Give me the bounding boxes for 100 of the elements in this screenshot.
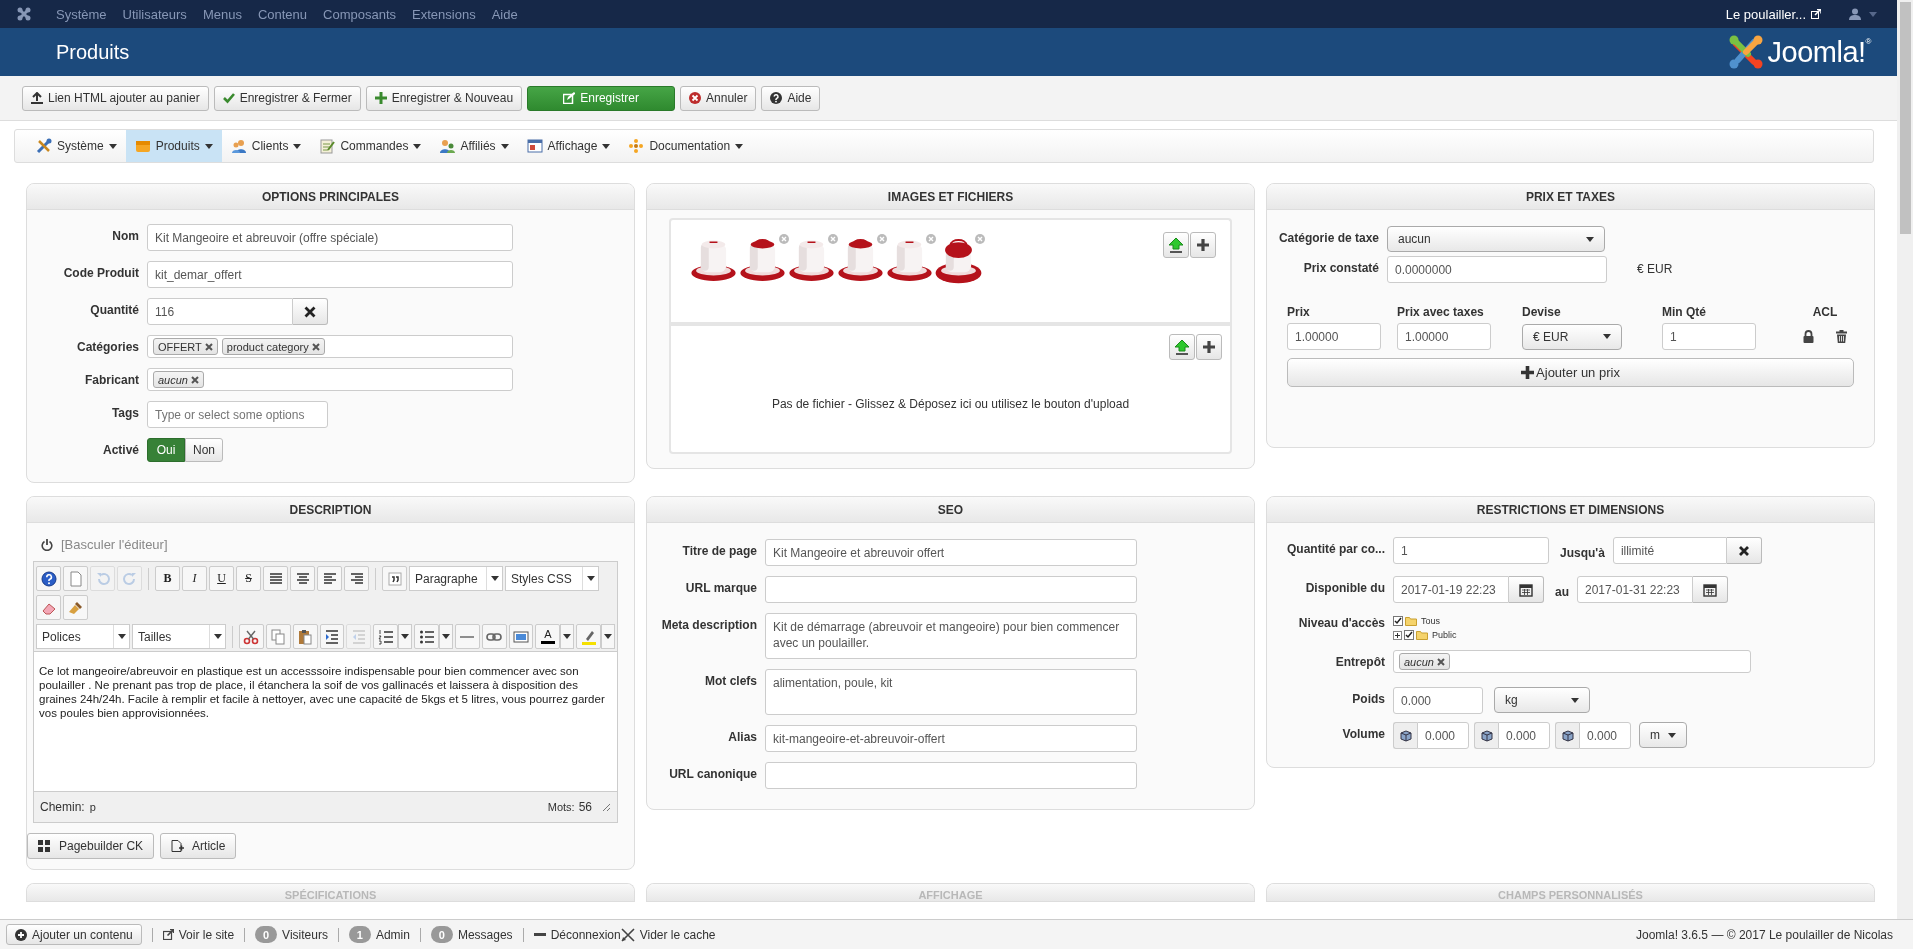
text-field[interactable]: Kit Mangeoire et abreuvoir offert — [765, 539, 1137, 566]
toolbar-button[interactable]: Lien HTML ajouter au panier — [22, 85, 209, 111]
editor-select[interactable]: Tailles — [132, 624, 226, 649]
editor-button[interactable] — [319, 624, 345, 649]
editor-button[interactable] — [63, 595, 88, 620]
dropdown-button[interactable] — [560, 624, 575, 649]
upload-button[interactable] — [1163, 232, 1189, 258]
text-field[interactable]: Kit Mangeoire et abreuvoir (offre spéciale) — [147, 224, 513, 251]
volume-field[interactable]: 0.000 — [1579, 722, 1631, 749]
view-site-link[interactable]: Voir le site — [162, 927, 235, 942]
editor-button[interactable] — [290, 566, 315, 591]
menu-tab[interactable]: Produits — [125, 130, 222, 162]
editor-button[interactable]: I — [182, 566, 207, 591]
editor-button[interactable]: A — [535, 624, 561, 649]
price-tax-field[interactable]: 1.00000 — [1397, 323, 1491, 350]
editor-button[interactable] — [36, 566, 61, 591]
quantity-field[interactable]: 116 — [147, 298, 293, 325]
list-price-field[interactable]: 0.0000000 — [1387, 256, 1607, 283]
dropdown-button[interactable] — [398, 624, 413, 649]
menu-item[interactable]: Extensions — [404, 6, 484, 22]
toolbar-button[interactable]: Enregistrer & Nouveau — [365, 85, 523, 111]
editor-button[interactable]: B — [155, 566, 180, 591]
toggle-option[interactable]: Oui — [147, 438, 185, 462]
tag-input[interactable]: aucun — [1393, 650, 1751, 673]
editor-select[interactable]: Styles CSS — [505, 566, 599, 591]
text-field[interactable] — [765, 762, 1137, 789]
add-price-button[interactable]: Ajouter un prix — [1287, 358, 1854, 387]
editor-button[interactable] — [344, 566, 369, 591]
editor-extra-button[interactable]: Pagebuilder CK — [27, 833, 155, 859]
remove-icon[interactable] — [1437, 657, 1445, 666]
remove-icon[interactable] — [311, 342, 320, 351]
toolbar-button[interactable]: Aide — [761, 85, 821, 111]
tax-select[interactable]: aucun — [1387, 226, 1605, 252]
menu-item[interactable]: Aide — [483, 6, 526, 22]
editor-button[interactable] — [382, 566, 407, 591]
date-field[interactable]: 2017-01-31 22:23 — [1577, 576, 1693, 603]
scrollbar-thumb[interactable] — [1899, 2, 1911, 234]
editor-button[interactable] — [576, 624, 602, 649]
menu-tab[interactable]: Commandes — [310, 130, 431, 162]
editor-button[interactable] — [317, 566, 342, 591]
text-area[interactable]: Kit de démarrage (abreuvoir et mangeoire) pour bien commencer avec un poulailler. — [765, 613, 1137, 659]
volume-field[interactable]: 0.000 — [1417, 722, 1469, 749]
calendar-button[interactable] — [1509, 576, 1544, 603]
editor-button[interactable] — [239, 624, 264, 649]
editor-select[interactable]: Paragraphe — [409, 566, 503, 591]
menu-tab[interactable]: Documentation — [619, 130, 753, 162]
add-button[interactable] — [1190, 232, 1216, 258]
toggle-editor-link[interactable]: [Basculer l'éditeur] — [41, 537, 168, 552]
menu-tab[interactable]: Clients — [221, 130, 311, 162]
editor-button[interactable] — [481, 624, 507, 649]
tags-field[interactable]: Type or select some options — [147, 401, 328, 428]
toolbar-button[interactable]: Enregistrer & Fermer — [213, 85, 361, 111]
dropdown-button[interactable] — [601, 624, 615, 649]
date-field[interactable]: 2017-01-19 22:23 — [1393, 576, 1509, 603]
editor-button[interactable]: U — [209, 566, 234, 591]
menu-tab[interactable]: Affiliés — [430, 130, 518, 162]
unit-select[interactable]: kg — [1494, 687, 1590, 713]
tag-input[interactable]: aucun — [147, 368, 513, 391]
volume-field[interactable]: 0.000 — [1498, 722, 1550, 749]
clear-button[interactable] — [1726, 537, 1762, 564]
trash-icon[interactable] — [1836, 330, 1847, 343]
text-field[interactable]: kit-mangeoire-et-abreuvoir-offert — [765, 725, 1137, 752]
menu-tab[interactable]: Système — [27, 130, 126, 162]
toolbar-button[interactable]: Annuler — [680, 85, 757, 111]
editor-button[interactable]: S — [236, 566, 261, 591]
menu-item[interactable]: Menus — [194, 6, 250, 22]
add-button[interactable] — [1196, 334, 1222, 360]
editor-button[interactable] — [292, 624, 318, 649]
remove-icon[interactable] — [191, 375, 199, 384]
expand-icon[interactable] — [1393, 630, 1402, 640]
menu-item[interactable]: Composants — [315, 6, 405, 22]
calendar-button[interactable] — [1693, 576, 1728, 603]
menu-item[interactable]: Contenu — [249, 6, 316, 22]
add-content-button[interactable]: Ajouter un contenu — [6, 924, 142, 945]
unit-select[interactable]: m — [1639, 722, 1687, 748]
toggle-option[interactable]: Non — [185, 438, 223, 462]
tag-input[interactable]: OFFERT product category — [147, 335, 513, 358]
user-menu[interactable] — [1849, 8, 1877, 20]
menu-item[interactable]: Système — [48, 6, 115, 22]
menu-item[interactable]: Utilisateurs — [114, 6, 195, 22]
joomla-icon[interactable] — [16, 6, 32, 22]
editor-button[interactable] — [373, 624, 399, 649]
text-area[interactable]: alimentation, poule, kit — [765, 669, 1137, 715]
price-field[interactable]: 1.00000 — [1287, 323, 1381, 350]
editor-select[interactable]: Polices — [36, 624, 130, 649]
editor-content[interactable]: Ce lot mangeoire/abreuvoir en plastique est un accesssoire indispensable pour bien commencer avec son poulailler . Ne prenant pas trop de place, il étanchera la soif de vos gallinacés et laissera à disposition des graines 24h/24h. Facile à remplir et facile à nettoyer, avec une capacité de 5kgs et 5 litres, vous pourrez garder vos poules bien approvisionnées. — [34, 651, 617, 791]
upload-button[interactable] — [1169, 334, 1195, 360]
logout-link[interactable]: Déconnexion — [533, 927, 621, 942]
resize-handle-icon[interactable] — [602, 802, 611, 812]
text-field[interactable]: kit_demar_offert — [147, 261, 513, 288]
site-link[interactable]: Le poulailler... — [1725, 6, 1821, 22]
clear-cache-link[interactable]: Vider le cache — [620, 927, 716, 942]
editor-button[interactable] — [414, 624, 439, 649]
clear-button[interactable] — [293, 298, 328, 325]
editor-extra-button[interactable]: Article — [160, 833, 237, 859]
checkbox[interactable] — [1393, 616, 1403, 626]
remove-icon[interactable] — [204, 342, 213, 351]
quantity-max-field[interactable]: illimité — [1612, 537, 1727, 564]
currency-select[interactable]: € EUR — [1522, 323, 1622, 350]
editor-button[interactable] — [508, 624, 534, 649]
